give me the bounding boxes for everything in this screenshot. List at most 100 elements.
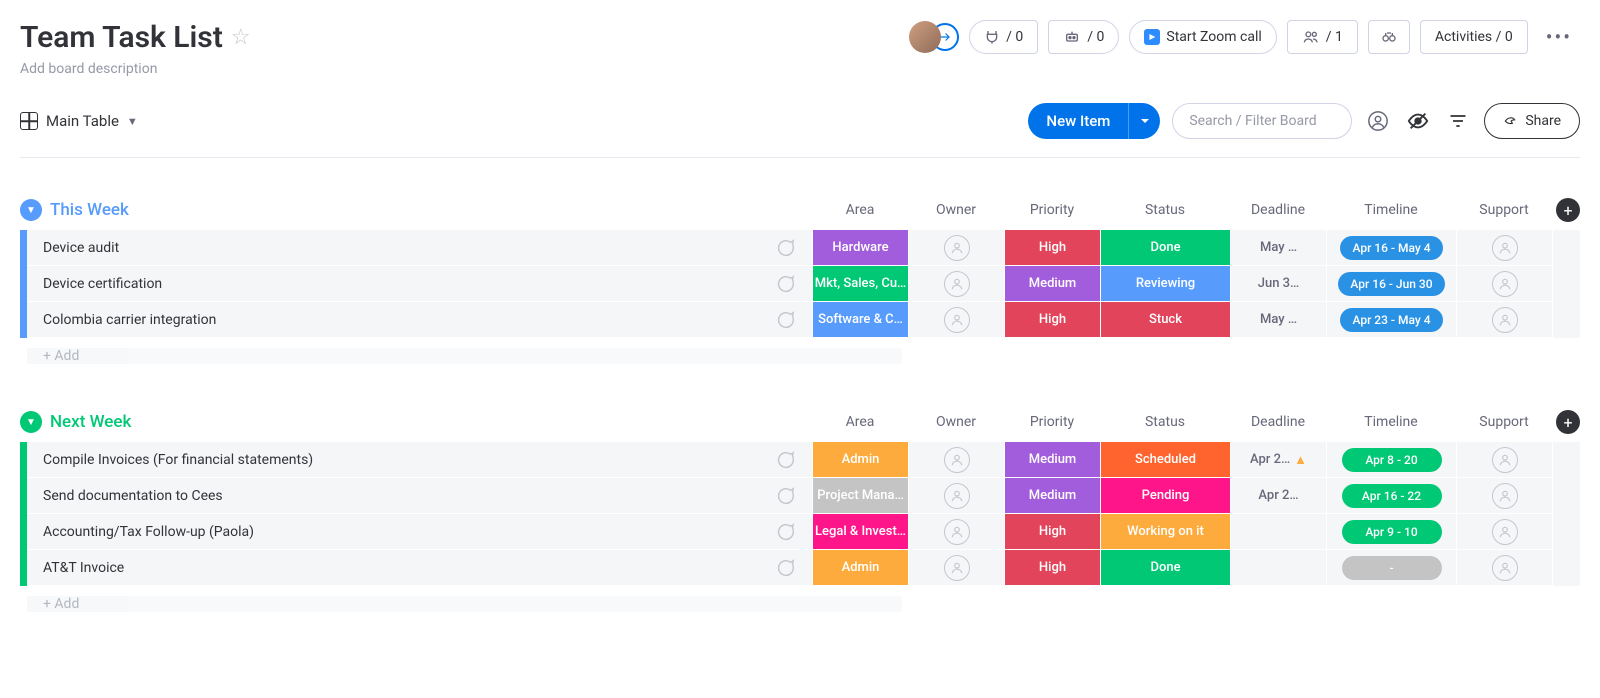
automations-button[interactable]: / 0 <box>1048 20 1119 54</box>
star-icon[interactable]: ☆ <box>231 25 251 50</box>
hide-icon[interactable] <box>1404 107 1432 135</box>
timeline-cell[interactable]: Apr 23 - May 4 <box>1326 302 1456 338</box>
column-header[interactable]: Owner <box>908 202 1004 218</box>
owner-cell[interactable] <box>908 550 1004 586</box>
owner-cell[interactable] <box>908 478 1004 514</box>
area-cell[interactable]: Legal & Invest… <box>812 514 908 550</box>
area-cell[interactable]: Hardware <box>812 230 908 266</box>
status-cell[interactable]: Pending <box>1100 478 1230 514</box>
status-cell[interactable]: Reviewing <box>1100 266 1230 302</box>
column-header[interactable]: Deadline <box>1230 414 1326 430</box>
owner-cell[interactable] <box>908 442 1004 478</box>
column-header[interactable]: Priority <box>1004 202 1100 218</box>
group-title[interactable]: Next Week <box>50 412 131 432</box>
support-cell[interactable] <box>1456 442 1552 478</box>
owner-placeholder-icon[interactable] <box>944 307 970 333</box>
timeline-cell[interactable]: Apr 8 - 20 <box>1326 442 1456 478</box>
table-row[interactable]: Device certificationMkt, Sales, Cu…Mediu… <box>20 266 1580 302</box>
deadline-cell[interactable] <box>1230 514 1326 550</box>
row-name[interactable]: AT&T Invoice <box>43 560 124 576</box>
owner-placeholder-icon[interactable] <box>1492 271 1518 297</box>
owner-placeholder-icon[interactable] <box>944 271 970 297</box>
chat-icon[interactable] <box>774 309 796 331</box>
new-item-caret[interactable] <box>1128 103 1160 139</box>
status-cell[interactable]: Done <box>1100 550 1230 586</box>
owner-placeholder-icon[interactable] <box>1492 519 1518 545</box>
deadline-cell[interactable]: Apr 2… <box>1230 478 1326 514</box>
priority-cell[interactable]: Medium <box>1004 478 1100 514</box>
board-description[interactable]: Add board description <box>20 61 251 77</box>
area-cell[interactable]: Software & C… <box>812 302 908 338</box>
row-name[interactable]: Send documentation to Cees <box>43 488 223 504</box>
support-cell[interactable] <box>1456 514 1552 550</box>
column-header[interactable]: Area <box>812 202 908 218</box>
area-cell[interactable]: Mkt, Sales, Cu… <box>812 266 908 302</box>
priority-cell[interactable]: High <box>1004 302 1100 338</box>
more-menu-icon[interactable]: ••• <box>1538 25 1580 49</box>
timeline-cell[interactable]: - <box>1326 550 1456 586</box>
priority-cell[interactable]: Medium <box>1004 442 1100 478</box>
group-title[interactable]: This Week <box>50 200 129 220</box>
support-cell[interactable] <box>1456 230 1552 266</box>
area-cell[interactable]: Admin <box>812 442 908 478</box>
row-name[interactable]: Device certification <box>43 276 162 292</box>
zoom-button[interactable]: Start Zoom call <box>1129 20 1276 54</box>
deadline-cell[interactable]: Jun 3… <box>1230 266 1326 302</box>
member-avatar[interactable] <box>909 21 941 53</box>
owner-placeholder-icon[interactable] <box>1492 307 1518 333</box>
share-button[interactable]: Share <box>1484 103 1580 139</box>
deadline-cell[interactable]: Apr 2…▲ <box>1230 442 1326 478</box>
add-column-button[interactable]: + <box>1556 198 1580 222</box>
chat-icon[interactable] <box>774 557 796 579</box>
column-header[interactable]: Area <box>812 414 908 430</box>
table-row[interactable]: Accounting/Tax Follow-up (Paola) Legal & … <box>20 514 1580 550</box>
owner-placeholder-icon[interactable] <box>944 519 970 545</box>
table-row[interactable]: Send documentation to Cees Project Mana… M… <box>20 478 1580 514</box>
support-cell[interactable] <box>1456 266 1552 302</box>
table-row[interactable]: AT&T InvoiceAdminHighDone- <box>20 550 1580 586</box>
owner-placeholder-icon[interactable] <box>1492 235 1518 261</box>
column-header[interactable]: Support <box>1456 414 1552 430</box>
column-header[interactable]: Status <box>1100 202 1230 218</box>
table-row[interactable]: Compile Invoices (For financial statemen… <box>20 442 1580 478</box>
table-row[interactable]: Colombia carrier integrationSoftware & C… <box>20 302 1580 338</box>
status-cell[interactable]: Working on it <box>1100 514 1230 550</box>
group-collapse-toggle[interactable]: ▼ <box>20 411 42 433</box>
area-cell[interactable]: Admin <box>812 550 908 586</box>
owner-cell[interactable] <box>908 302 1004 338</box>
deadline-cell[interactable]: May … <box>1230 302 1326 338</box>
column-header[interactable]: Support <box>1456 202 1552 218</box>
owner-placeholder-icon[interactable] <box>944 483 970 509</box>
add-column-button[interactable]: + <box>1556 410 1580 434</box>
owner-placeholder-icon[interactable] <box>1492 555 1518 581</box>
add-item-row[interactable]: + Add <box>20 586 1580 622</box>
new-item-button[interactable]: New Item <box>1028 103 1160 139</box>
row-name[interactable]: Accounting/Tax Follow-up (Paola) <box>43 524 254 540</box>
support-cell[interactable] <box>1456 550 1552 586</box>
members-button[interactable]: / 1 <box>1287 20 1358 54</box>
chat-icon[interactable] <box>774 273 796 295</box>
column-header[interactable]: Owner <box>908 414 1004 430</box>
area-cell[interactable]: Project Mana… <box>812 478 908 514</box>
status-cell[interactable]: Done <box>1100 230 1230 266</box>
priority-cell[interactable]: High <box>1004 230 1100 266</box>
column-header[interactable]: Deadline <box>1230 202 1326 218</box>
owner-cell[interactable] <box>908 230 1004 266</box>
support-cell[interactable] <box>1456 478 1552 514</box>
deadline-cell[interactable]: May … <box>1230 230 1326 266</box>
column-header[interactable]: Timeline <box>1326 202 1456 218</box>
person-filter-icon[interactable] <box>1364 107 1392 135</box>
chat-icon[interactable] <box>774 449 796 471</box>
priority-cell[interactable]: High <box>1004 514 1100 550</box>
owner-placeholder-icon[interactable] <box>944 555 970 581</box>
table-row[interactable]: Device auditHardwareHighDoneMay …Apr 16 … <box>20 230 1580 266</box>
owner-placeholder-icon[interactable] <box>944 235 970 261</box>
timeline-cell[interactable]: Apr 16 - Jun 30 <box>1326 266 1456 302</box>
last-seen-button[interactable] <box>1368 20 1410 54</box>
owner-placeholder-icon[interactable] <box>1492 483 1518 509</box>
add-item-row[interactable]: + Add <box>20 338 1580 374</box>
support-cell[interactable] <box>1456 302 1552 338</box>
timeline-cell[interactable]: Apr 9 - 10 <box>1326 514 1456 550</box>
search-input[interactable] <box>1172 103 1352 139</box>
chat-icon[interactable] <box>774 521 796 543</box>
